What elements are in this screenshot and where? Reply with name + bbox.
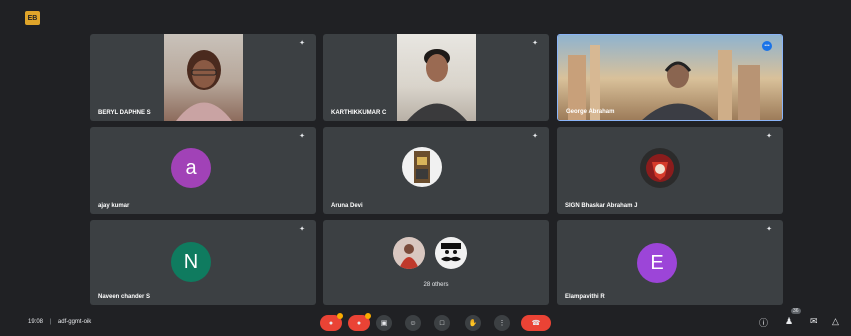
participant-tile-sign[interactable]: ✦ SIGN Bhaskar Abraham J xyxy=(557,127,783,214)
participant-tile-beryl[interactable]: ✦ BERYL DAPHNE S xyxy=(90,34,316,121)
chat-button[interactable]: ✉ xyxy=(810,316,818,327)
mic-off-icon: ● xyxy=(328,319,334,327)
mustache-avatar xyxy=(441,243,461,262)
participant-name: KARTHIKKUMAR C xyxy=(331,110,387,116)
participant-name: Naveen chander S xyxy=(98,294,151,300)
participant-count-badge: 36 xyxy=(791,308,801,314)
participant-tile-george[interactable]: ••• George Abraham xyxy=(557,34,783,121)
avatar xyxy=(640,148,680,188)
mic-muted-icon: ✦ xyxy=(532,40,538,47)
participant-tile-aruna[interactable]: ✦ Aruna Devi xyxy=(323,127,549,214)
participant-tile-naveen[interactable]: N ✦ Naveen chander S xyxy=(90,220,316,305)
person-silhouette xyxy=(407,49,467,121)
participant-name: George Abraham xyxy=(566,109,615,115)
people-button[interactable]: ♟ 36 xyxy=(785,308,801,327)
others-count: 28 others xyxy=(423,282,449,288)
alert-dot xyxy=(337,313,343,319)
mic-muted-icon: ✦ xyxy=(299,133,305,140)
avatar: a xyxy=(171,148,211,188)
more-options-icon: ⋮ xyxy=(498,320,506,327)
separator: | xyxy=(49,319,52,325)
alert-dot xyxy=(365,313,371,319)
mic-muted-icon: ✦ xyxy=(766,226,772,233)
meeting-info: 19:08 | adf-ggmt-oik xyxy=(28,319,91,325)
mic-muted-icon: ✦ xyxy=(299,40,305,47)
present-icon: □ xyxy=(439,319,445,327)
raise-hand-button[interactable]: ✋ xyxy=(465,315,481,331)
mic-toggle-button[interactable]: ● xyxy=(320,313,343,331)
reactions-button[interactable]: ☺ xyxy=(405,315,421,331)
participant-tile-elampavithi[interactable]: E ✦ Elampavithi R xyxy=(557,220,783,305)
present-button[interactable]: □ xyxy=(434,315,450,331)
participant-name: Aruna Devi xyxy=(331,203,363,209)
mic-muted-icon: ✦ xyxy=(766,133,772,140)
captions-icon: ▣ xyxy=(380,320,388,327)
others-tile[interactable]: 28 others xyxy=(323,220,549,305)
avatar: E xyxy=(637,243,677,283)
participant-name: SIGN Bhaskar Abraham J xyxy=(565,203,638,209)
participant-name: ajay kumar xyxy=(98,203,130,209)
people-icon: ♟ xyxy=(785,316,794,326)
avatar xyxy=(435,237,467,269)
participant-name: BERYL DAPHNE S xyxy=(98,110,151,116)
chat-icon: ✉ xyxy=(810,316,818,326)
end-call-button[interactable]: ☎ xyxy=(521,315,551,331)
meeting-code: adf-ggmt-oik xyxy=(57,319,92,325)
emoji-icon: ☺ xyxy=(409,319,417,327)
raise-hand-icon: ✋ xyxy=(468,320,478,327)
avatar xyxy=(393,237,425,269)
captions-button[interactable]: ▣ xyxy=(376,315,392,331)
avatar-photo xyxy=(414,151,430,183)
participant-video xyxy=(397,34,476,121)
participant-video xyxy=(164,34,243,121)
avatar-logo xyxy=(646,154,674,182)
participant-tile-ajay[interactable]: a ✦ ajay kumar xyxy=(90,127,316,214)
mic-muted-icon: ✦ xyxy=(299,226,305,233)
meeting-time: 19:08 xyxy=(28,319,44,325)
person-silhouette xyxy=(176,50,232,121)
more-options-button[interactable]: ⋮ xyxy=(494,315,510,331)
speaking-indicator-icon: ••• xyxy=(762,41,772,51)
activities-button[interactable]: △ xyxy=(832,316,839,327)
avatar: N xyxy=(171,242,211,282)
info-icon: ⓘ xyxy=(759,318,769,328)
camera-off-icon: ● xyxy=(356,319,362,327)
participant-tile-karthikkumar[interactable]: ✦ KARTHIKKUMAR C xyxy=(323,34,549,121)
bottom-toolbar: 19:08 | adf-ggmt-oik ● ● ▣ ☺ □ ✋ ⋮ ☎ ⓘ ♟… xyxy=(0,308,851,336)
meeting-details-button[interactable]: ⓘ xyxy=(759,316,768,329)
camera-toggle-button[interactable]: ● xyxy=(348,313,371,331)
participant-name: Elampavithi R xyxy=(565,294,605,300)
end-call-icon: ☎ xyxy=(531,320,541,327)
avatar-photo xyxy=(399,244,419,269)
mic-muted-icon: ✦ xyxy=(532,133,538,140)
activities-icon: △ xyxy=(832,316,839,326)
self-badge: EB xyxy=(25,11,40,25)
avatar xyxy=(402,147,442,187)
